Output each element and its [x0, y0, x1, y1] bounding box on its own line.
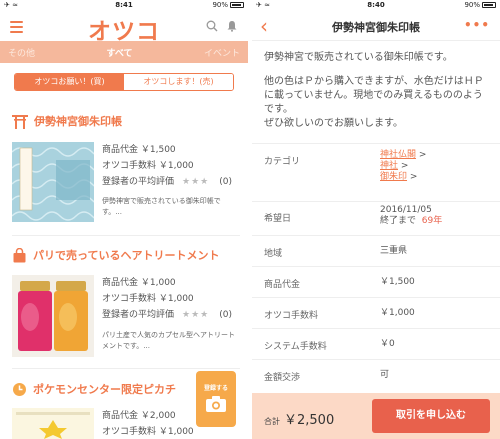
bell-icon[interactable]: [226, 20, 238, 32]
region-label: 地域: [264, 249, 283, 259]
detail-screen: ✈ ≈ 8:40 90% ‹ 伊勢神宮御朱印帳 ••• 伊勢神宮で販売されている…: [252, 0, 500, 439]
camera-icon: [206, 396, 226, 412]
detail-row-negotiation: 金額交渉 可: [252, 359, 500, 393]
status-bar: ✈ ≈ 8:40 90%: [252, 0, 500, 11]
total-amount: ￥2,500: [284, 413, 335, 428]
price-label: 商品代金: [102, 411, 139, 421]
pikachu-item-image: [12, 408, 94, 439]
deadline-suffix: 終了まで: [380, 216, 417, 226]
tab-other[interactable]: その他: [8, 46, 35, 59]
segment-sell[interactable]: オツコします！(売): [124, 74, 233, 90]
deadline-remaining: 69年: [421, 216, 443, 226]
negotiation-value: 可: [380, 370, 390, 380]
item-price: ￥1,500: [140, 145, 176, 155]
detail-header: ‹ 伊勢神宮御朱印帳 •••: [252, 11, 500, 41]
region-value: 三重県: [380, 246, 408, 256]
tab-event[interactable]: イベント: [204, 46, 240, 59]
detail-row-system-fee: システム手数料 ￥0: [252, 328, 500, 359]
fee-label: オツコ手数料: [102, 161, 157, 171]
deadline-date: 2016/11/05: [380, 205, 432, 215]
list-screen: ✈ ≈ 8:41 90% オツコ その他 すべて イベント オツコお願い！(買)…: [0, 0, 248, 439]
fee-label: オツコ手数料: [102, 427, 157, 437]
price-label: 商品代金: [102, 145, 139, 155]
price-value: ￥1,500: [380, 277, 415, 287]
item-fee: ￥1,000: [158, 294, 194, 304]
more-options-icon[interactable]: •••: [464, 18, 490, 32]
checkout-bar: 合計 ￥2,500 取引を申し込む: [252, 393, 500, 439]
item-fee: ￥1,000: [158, 161, 194, 171]
rating-label: 登録者の平均評価: [102, 177, 175, 187]
fee-label: オツコ手数料: [102, 294, 157, 304]
detail-row-region: 地域 三重県: [252, 235, 500, 266]
rating-count: (0): [219, 177, 232, 187]
category-link[interactable]: 御朱印: [380, 172, 407, 182]
apply-transaction-button[interactable]: 取引を申し込む: [372, 399, 490, 433]
item-title: パリで売っているヘアトリートメント: [33, 249, 220, 262]
item-description: パリ土産で人気のカプセル型ヘアトリートメントです。...: [102, 331, 235, 350]
description-paragraph: 伊勢神宮で販売されている御朱印帳です。: [264, 52, 453, 63]
detail-row-deadline: 希望日 2016/11/05 終了まで 69年: [252, 201, 500, 233]
star-rating-icon: ★★★: [182, 177, 210, 187]
hair-treatment-image: [12, 275, 94, 357]
fee-label: オツコ手数料: [264, 311, 319, 321]
goshuin-book-image: [12, 142, 94, 222]
battery-percent: 90%: [212, 1, 228, 9]
item-price: ￥2,000: [140, 411, 176, 421]
detail-row-category: カテゴリ 神社仏閣 > 神社 > 御朱印 >: [252, 143, 500, 201]
status-time: 8:40: [367, 1, 385, 9]
request-type-toggle: オツコお願い！(買) オツコします！(売): [14, 73, 234, 91]
detail-row-price: 商品代金 ￥1,500: [252, 266, 500, 297]
tab-all[interactable]: すべて: [106, 46, 132, 59]
divider: [12, 368, 240, 369]
shopping-bag-icon: [13, 247, 26, 262]
category-link[interactable]: 神社仏閣: [380, 150, 416, 160]
search-icon[interactable]: [206, 20, 218, 32]
app-header: オツコ: [0, 11, 248, 45]
battery-percent: 90%: [464, 1, 480, 9]
page-title: 伊勢神宮御朱印帳: [332, 21, 420, 34]
shrine-gate-icon: [12, 114, 28, 129]
item-fee: ￥1,000: [158, 427, 194, 437]
battery-icon: [482, 2, 496, 8]
divider: [12, 235, 240, 236]
battery-icon: [230, 2, 244, 8]
status-bar: ✈ ≈ 8:41 90%: [0, 0, 248, 11]
register-label: 登録する: [203, 385, 228, 392]
detail-row-fee: オツコ手数料 ￥1,000: [252, 297, 500, 328]
category-label: カテゴリ: [264, 157, 301, 167]
category-link[interactable]: 神社: [380, 161, 398, 171]
price-label: 商品代金: [264, 280, 301, 290]
clock-icon: [13, 382, 26, 396]
request-description: 伊勢神宮で販売されている御朱印帳です。 他の色はＰから購入できますが、水色だけは…: [252, 41, 500, 131]
system-fee-label: システム手数料: [264, 342, 327, 352]
total-label: 合計: [264, 417, 280, 426]
system-fee-value: ￥0: [380, 339, 395, 349]
star-rating-icon: ★★★: [182, 310, 210, 320]
price-label: 商品代金: [102, 278, 139, 288]
item-description: 伊勢神宮で販売されている御朱印帳です。...: [102, 197, 221, 216]
negotiation-label: 金額交渉: [264, 373, 301, 383]
item-title: ポケモンセンター限定ピカチ: [33, 383, 176, 396]
segment-buy[interactable]: オツコお願い！(買): [15, 74, 124, 90]
fee-value: ￥1,000: [380, 308, 415, 318]
item-title: 伊勢神宮御朱印帳: [34, 115, 122, 128]
rating-label: 登録者の平均評価: [102, 310, 175, 320]
deadline-label: 希望日: [264, 214, 292, 224]
rating-count: (0): [219, 310, 232, 320]
description-paragraph: 他の色はＰから購入できますが、水色だけはＨＰに載っていません。現地でのみ買えるも…: [264, 76, 484, 129]
status-time: 8:41: [115, 1, 133, 9]
item-price: ￥1,000: [140, 278, 176, 288]
register-camera-button[interactable]: 登録する: [196, 371, 236, 427]
